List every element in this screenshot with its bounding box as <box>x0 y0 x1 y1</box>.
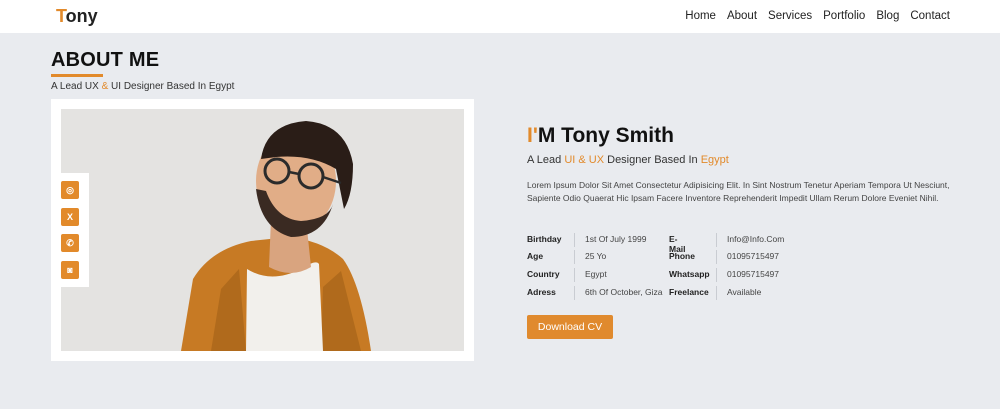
info-divider <box>716 268 717 282</box>
info-label: Birthday <box>527 234 562 244</box>
nav-links: Home About Services Portfolio Blog Conta… <box>685 10 950 22</box>
social-links: ◎ X ✆ ◙ <box>51 173 89 287</box>
section-title: ABOUT ME <box>51 49 160 71</box>
nav-link-services[interactable]: Services <box>768 10 812 22</box>
dribbble-icon[interactable]: ◎ <box>61 181 79 200</box>
x-twitter-icon[interactable]: X <box>61 207 79 226</box>
info-label: Adress <box>527 287 556 297</box>
info-divider <box>574 286 575 300</box>
profile-bio: Lorem Ipsum Dolor Sit Amet Consectetur A… <box>527 180 950 203</box>
name-text: M Tony Smith <box>537 124 674 147</box>
profile-name: I'M Tony Smith <box>527 124 674 148</box>
profile-photo-card: ◎ X ✆ ◙ <box>51 99 474 361</box>
role-part1: A Lead <box>527 154 565 166</box>
profile-photo <box>61 109 464 351</box>
brand-logo-initial: T <box>56 6 66 26</box>
info-label: Country <box>527 269 560 279</box>
brand-logo[interactable]: Tony <box>56 6 98 27</box>
nav-link-blog[interactable]: Blog <box>876 10 899 22</box>
title-underline <box>51 74 103 77</box>
about-section: ABOUT ME A Lead UX & UI Designer Based I… <box>0 33 1000 409</box>
nav-link-about[interactable]: About <box>727 10 757 22</box>
role-accent2: Egypt <box>700 154 729 166</box>
info-divider <box>716 233 717 247</box>
info-value: 25 Yo <box>585 251 607 261</box>
brand-logo-rest: ony <box>65 6 98 26</box>
profile-role: A Lead UI & UX Designer Based In Egypt <box>527 154 729 166</box>
navbar: Tony Home About Services Portfolio Blog … <box>0 0 1000 33</box>
info-divider <box>574 268 575 282</box>
info-divider <box>716 286 717 300</box>
info-divider <box>716 250 717 264</box>
role-part2: Designer Based In <box>604 154 701 166</box>
instagram-icon[interactable]: ◙ <box>61 260 79 279</box>
info-value: 6th Of October, Giza <box>585 287 663 297</box>
info-divider <box>574 233 575 247</box>
nav-link-home[interactable]: Home <box>685 10 716 22</box>
info-label: Age <box>527 251 544 261</box>
subtitle-part1: A Lead UX <box>51 81 102 92</box>
info-value: 01095715497 <box>727 251 780 261</box>
whatsapp-icon[interactable]: ✆ <box>61 234 79 253</box>
info-value: 1st Of July 1999 <box>585 234 647 244</box>
info-divider <box>574 250 575 264</box>
info-value: 01095715497 <box>727 269 780 279</box>
info-value: Info@Info.Com <box>727 234 785 244</box>
nav-link-contact[interactable]: Contact <box>910 10 950 22</box>
profile-photo-illustration <box>61 109 464 351</box>
nav-link-portfolio[interactable]: Portfolio <box>823 10 865 22</box>
info-value: Available <box>727 287 762 297</box>
download-cv-button[interactable]: Download CV <box>527 315 613 339</box>
info-label: Phone <box>669 251 695 261</box>
subtitle-part2: UI Designer Based In Egypt <box>108 81 235 92</box>
info-value: Egypt <box>585 269 607 279</box>
info-label: Freelance <box>669 287 709 297</box>
section-subtitle: A Lead UX & UI Designer Based In Egypt <box>51 81 234 92</box>
role-accent1: UI & UX <box>564 154 605 166</box>
info-label: Whatsapp <box>669 269 710 279</box>
